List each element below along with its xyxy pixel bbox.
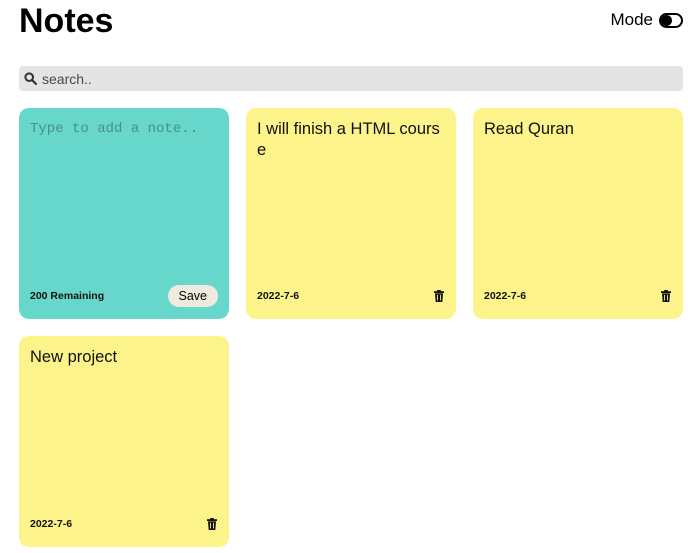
note-date: 2022-7-6 bbox=[257, 290, 300, 302]
note-text: Read Quran bbox=[484, 120, 574, 138]
note-footer: 2022-7-6 bbox=[484, 285, 672, 307]
note-date: 2022-7-6 bbox=[484, 290, 527, 302]
note-date: 2022-7-6 bbox=[30, 518, 73, 530]
new-note-footer: 200 Remaining Save bbox=[30, 285, 218, 307]
search-icon bbox=[23, 72, 37, 86]
search-bar bbox=[19, 66, 683, 91]
note-card: New project 2022-7-6 bbox=[19, 336, 229, 547]
trash-icon[interactable] bbox=[433, 289, 445, 303]
toggle-switch-icon[interactable] bbox=[659, 12, 683, 28]
mode-label: Mode bbox=[610, 10, 653, 29]
new-note-card: 200 Remaining Save bbox=[19, 108, 229, 319]
note-text: I will finish a HTML course bbox=[257, 120, 440, 159]
trash-icon[interactable] bbox=[206, 517, 218, 531]
mode-toggle[interactable]: Mode bbox=[610, 10, 683, 30]
new-note-input[interactable] bbox=[30, 119, 218, 269]
note-card: Read Quran 2022-7-6 bbox=[473, 108, 683, 319]
header: Notes Mode bbox=[19, 0, 683, 42]
note-footer: 2022-7-6 bbox=[30, 513, 218, 535]
page-title: Notes bbox=[19, 2, 114, 40]
toggle-knob bbox=[661, 14, 672, 26]
note-footer: 2022-7-6 bbox=[257, 285, 445, 307]
search-input[interactable] bbox=[42, 70, 642, 87]
note-text: New project bbox=[30, 348, 118, 366]
save-button[interactable]: Save bbox=[167, 285, 218, 307]
remaining-count: 200 Remaining bbox=[30, 290, 105, 302]
notes-app: Notes Mode 200 Remaining Save I will fin… bbox=[0, 0, 688, 553]
note-card: I will finish a HTML course 2022-7-6 bbox=[246, 108, 456, 319]
trash-icon[interactable] bbox=[660, 289, 672, 303]
